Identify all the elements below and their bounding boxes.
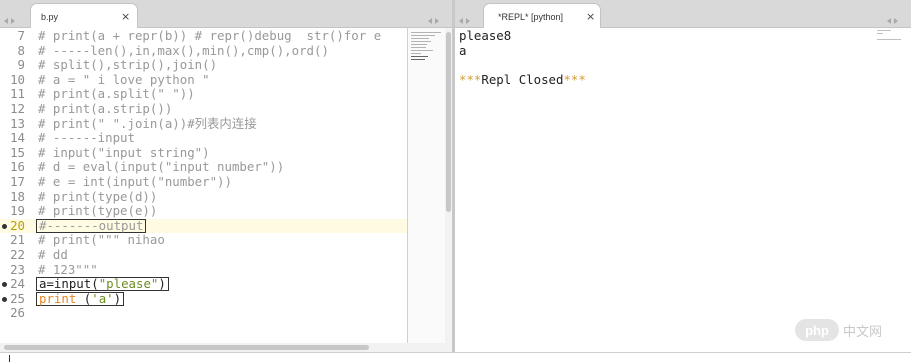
tab-scroll-arrows-right[interactable] [887,9,909,24]
output-line: please8 [459,28,512,43]
tab-b-py[interactable]: b.py × [30,3,138,28]
tab-scroll-arrows[interactable] [459,9,481,24]
code-editor[interactable]: 7 # print(a + repr(b)) # repr()debug str(… [0,28,407,343]
tab-scroll-arrows[interactable] [4,9,26,24]
tab-title: *REPL* [python] [498,12,564,22]
text-caret [9,355,10,362]
left-tab-bar: b.py × [0,0,452,28]
scrollbar-thumb[interactable] [4,345,369,350]
output-line: a [459,42,467,58]
close-icon[interactable]: × [586,10,595,23]
watermark-site: 中文网 [843,324,883,340]
code-line-current: 20 #-------output [0,218,407,234]
repl-closed-line: ***Repl Closed*** [459,71,586,87]
tab-title: b.py [41,12,59,22]
right-tab-bar: *REPL* [python] × [455,0,911,28]
code-line: 24 a=input("please") [0,277,169,292]
minimap[interactable] [407,28,446,343]
php-logo: php [795,319,839,341]
selection-box: print ('a') [36,291,125,306]
tab-repl-python[interactable]: *REPL* [python] × [483,3,601,28]
watermark: php 中文网 [795,317,882,343]
selection-box: a=input("please") [36,277,169,292]
status-bar [0,352,911,363]
selection-box: #-------output [36,218,147,233]
vertical-scrollbar[interactable] [445,28,452,343]
scrollbar-thumb[interactable] [446,32,451,212]
tab-scroll-arrows-right[interactable] [428,9,450,24]
minimap[interactable] [877,30,905,42]
repl-output[interactable]: please8 a ***Repl Closed*** [455,28,911,352]
close-icon[interactable]: × [121,10,130,23]
code-line: 25 print ('a') [0,291,125,307]
horizontal-scrollbar[interactable] [0,343,452,352]
